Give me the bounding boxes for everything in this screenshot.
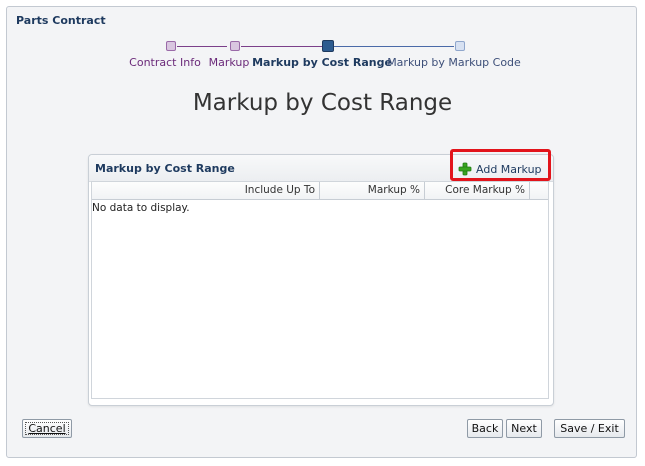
train-stop-contract-info[interactable] [166,41,176,51]
page-title: Markup by Cost Range [192,90,453,116]
plus-icon [458,162,472,176]
panel-header: Markup by Cost Range Add Markup [89,155,553,182]
train-connector [334,46,454,47]
cancel-button[interactable]: Cancel [22,419,72,438]
column-header-filler [530,182,548,199]
column-header-core-markup-percent[interactable]: Core Markup % [425,182,530,199]
window-title: Parts Contract [16,14,106,27]
empty-table-message: No data to display. [92,202,190,214]
cancel-label: Cancel [28,422,66,435]
add-markup-label: Add Markup [476,162,542,176]
panel-title: Markup by Cost Range [95,162,235,175]
next-label: Next [511,422,537,435]
train-stop-markup[interactable] [230,41,240,51]
back-label: Back [471,422,499,435]
train-connector [177,46,227,47]
markup-by-cost-range-panel: Markup by Cost Range Add Markup Include … [88,154,554,406]
save-exit-label: Save / Exit [560,422,619,435]
train-stop-markup-by-cost-range [322,40,334,52]
next-button[interactable]: Next [506,419,542,438]
train-label-markup-by-markup-code[interactable]: Markup by Markup Code [387,56,521,69]
column-header-include-up-to[interactable]: Include Up To [92,182,320,199]
back-button[interactable]: Back [467,419,503,438]
column-header-markup-percent[interactable]: Markup % [320,182,425,199]
save-exit-button[interactable]: Save / Exit [554,419,625,438]
add-markup-button[interactable]: Add Markup [458,161,542,177]
table-header: Include Up To Markup % Core Markup % [92,182,548,200]
train-label-markup-by-cost-range: Markup by Cost Range [252,56,392,69]
train-label-contract-info[interactable]: Contract Info [129,56,201,69]
train-label-markup[interactable]: Markup [209,56,250,69]
markup-table: Include Up To Markup % Core Markup % No … [91,181,549,399]
train-stop-markup-by-markup-code[interactable] [455,41,465,51]
train-connector [241,46,322,47]
